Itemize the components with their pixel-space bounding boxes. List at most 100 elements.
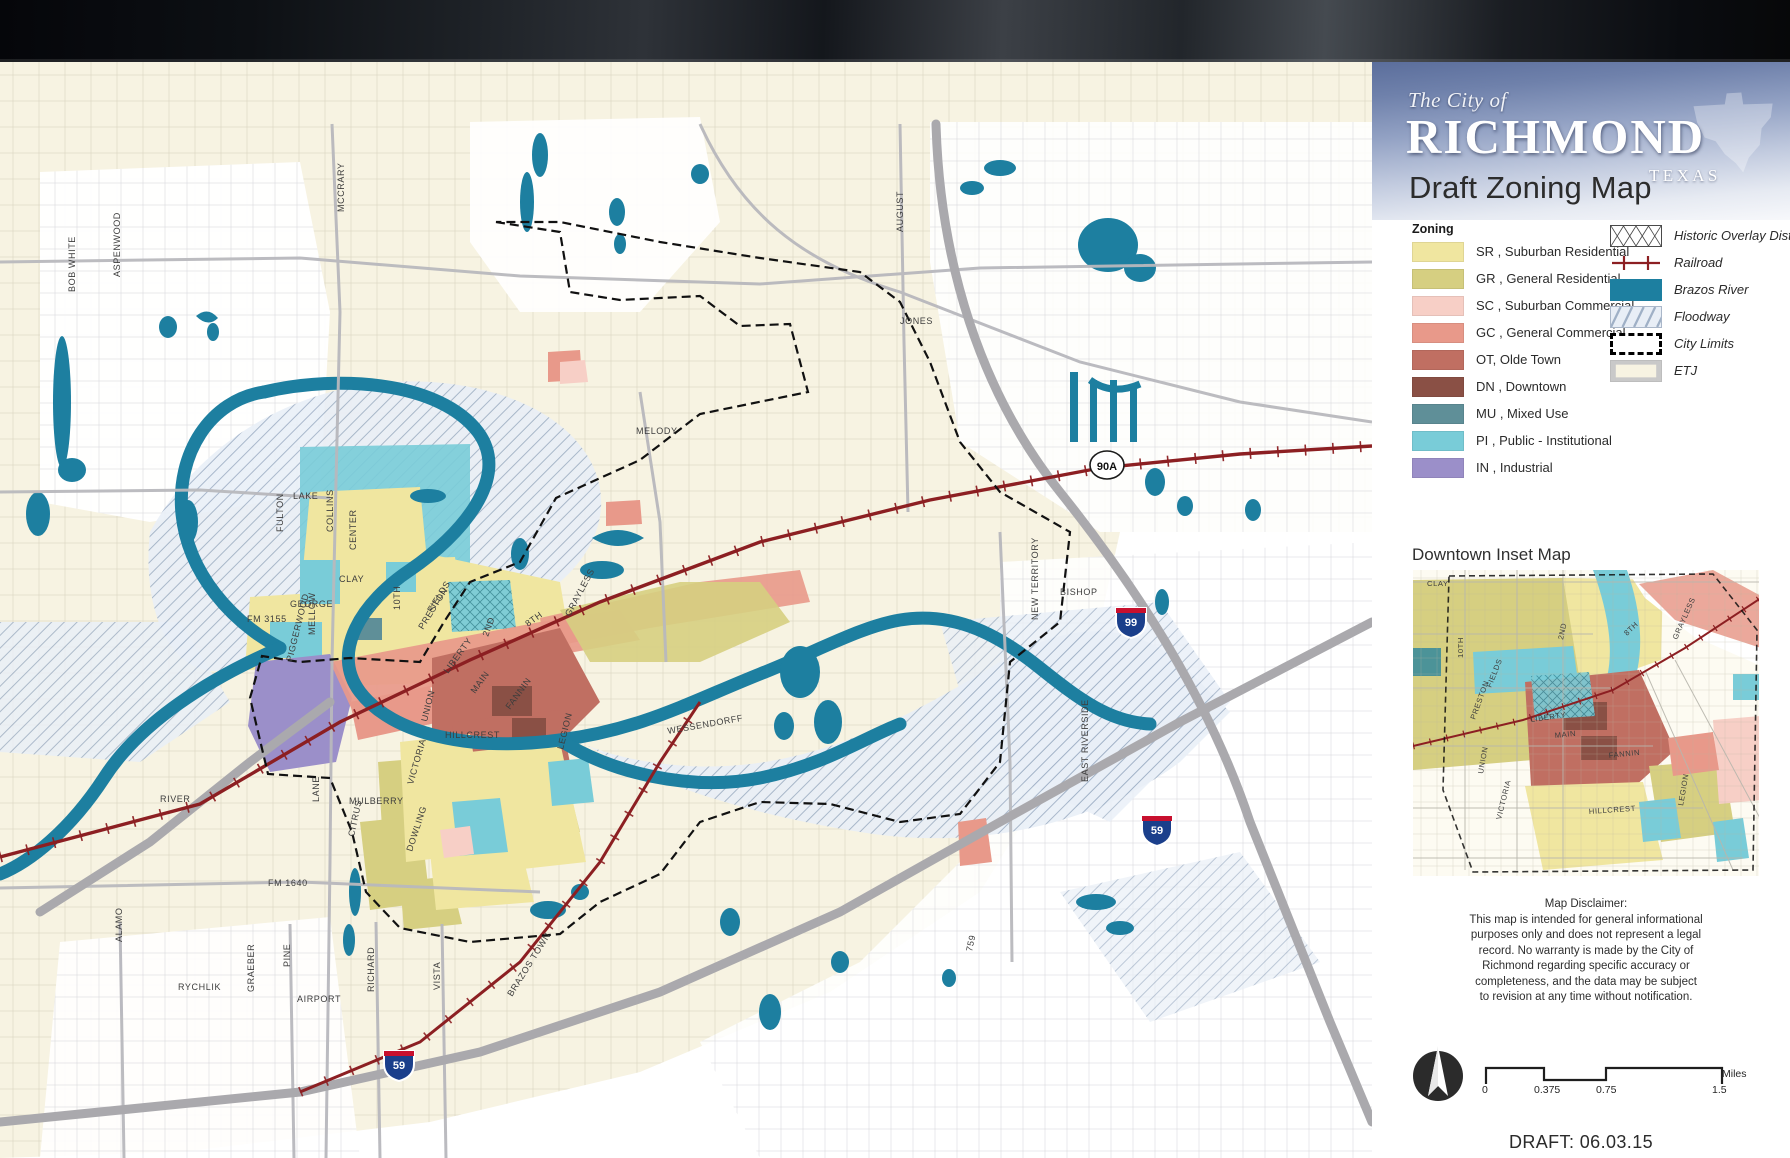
highway-shield-label: 90A (1097, 461, 1117, 473)
highway-shield-59: 59 (383, 1050, 415, 1083)
map-street-label: GRAEBER (246, 944, 256, 992)
scale-tick: 0.75 (1596, 1084, 1617, 1096)
legend-row-brazos-river: Brazos River (1610, 276, 1790, 303)
north-arrow-icon (1413, 1046, 1463, 1101)
map-street-label: FM 3155 (247, 614, 287, 624)
legend-label-pi: PI , Public - Institutional (1476, 433, 1612, 448)
legend-swatch-dn (1412, 376, 1464, 397)
legend-label-historic-overlay: Historic Overlay District (1674, 228, 1790, 243)
map-street-label: AUGUST (895, 191, 905, 232)
legend-key-historic-overlay-icon (1610, 224, 1662, 247)
legend-label-mu: MU , Mixed Use (1476, 406, 1569, 421)
legend-label-railroad: Railroad (1674, 255, 1723, 270)
legend-row-city-limits: City Limits (1610, 330, 1790, 357)
legend-swatch-sc (1412, 295, 1464, 316)
disclaimer-line: purposes only and does not represent a l… (1470, 929, 1702, 941)
legend-label-etj: ETJ (1674, 363, 1698, 378)
downtown-inset-map[interactable]: CLAY 10TH FIELDS PRESTON 2ND 8TH GRAYLESS LIBER… (1412, 569, 1760, 877)
map-street-label: NEW TERRITORY (1030, 537, 1040, 620)
map-street-label: BOB WHITE (67, 236, 77, 292)
legend-row-historic-overlay: Historic Overlay District (1610, 222, 1790, 249)
legend-row-gr: GR , General Residential (1412, 265, 1634, 292)
legend-swatch-gr (1412, 268, 1464, 289)
map-street-label: RICHARD (366, 947, 376, 992)
map-street-label: PINE (282, 944, 292, 967)
highway-shield-label: 99 (1125, 617, 1137, 629)
map-street-label: JONES (900, 316, 933, 326)
highway-shield-label: 59 (1151, 825, 1163, 837)
map-street-label: MCCRARY (336, 162, 346, 212)
legend-label-in: IN , Industrial (1476, 460, 1553, 475)
legend-row-sc: SC , Suburban Commercial (1412, 292, 1634, 319)
disclaimer-title: Map Disclaimer: (1544, 898, 1628, 910)
map-street-label: RYCHLIK (178, 982, 221, 992)
legend-swatch-sr (1412, 241, 1464, 262)
legend-row-sr: SR , Suburban Residential (1412, 238, 1634, 265)
legend-row-dn: DN , Downtown (1412, 373, 1634, 400)
disclaimer-line: This map is intended for general informa… (1469, 913, 1703, 926)
legend-label-city-limits: City Limits (1674, 336, 1734, 351)
main-map[interactable]: BOB WHITE ASPENWOOD MCCRARY AUGUST JONES MELO… (0, 62, 1372, 1158)
highway-shield-99: 99 (1115, 607, 1147, 640)
scale-units-label: Miles (1722, 1068, 1747, 1080)
map-street-label: COLLINS (325, 489, 335, 532)
map-disclaimer: Map Disclaimer: This map is intended for… (1420, 897, 1752, 1006)
highway-shield-label: 59 (393, 1060, 405, 1072)
map-street-label: AIRPORT (297, 994, 341, 1004)
map-street-label: EAST RIVERSIDE (1080, 699, 1090, 782)
legend-row-gc: GC , General Commercial (1412, 319, 1634, 346)
scale-tick-labels: 0 0.375 0.75 1.5 (1482, 1084, 1730, 1100)
inset-street-label: 10TH (1456, 637, 1465, 658)
feature-legend-list: Historic Overlay District Railroad Brazos … (1610, 222, 1790, 384)
legend-key-floodway-icon (1610, 305, 1662, 328)
legend-label-gr: GR , General Residential (1476, 271, 1621, 286)
scale-tick: 0 (1482, 1084, 1488, 1096)
inset-map-graphic: CLAY10THFIELDSPRESTON2ND 8TH GRAYLESSLIBER… (1413, 570, 1759, 876)
map-street-label: LANE (311, 776, 321, 802)
brand-title: RICHMOND (1406, 109, 1706, 164)
map-street-label: CENTER (348, 509, 358, 550)
map-street-label: ASPENWOOD (112, 212, 122, 277)
top-banner (0, 0, 1790, 62)
legend-label-dn: DN , Downtown (1476, 379, 1567, 394)
legend-row-railroad: Railroad (1610, 249, 1790, 276)
scale-tick: 0.375 (1534, 1084, 1561, 1096)
main-map-graphic: BOB WHITE ASPENWOOD MCCRARY AUGUST JONES MELO… (0, 62, 1372, 1158)
highway-shield-59: 59 (1141, 815, 1173, 848)
map-street-label: HILLCREST (445, 730, 500, 740)
map-street-label: ALAMO (114, 907, 124, 942)
legend-row-pi: PI , Public - Institutional (1412, 427, 1634, 454)
map-street-label: 10TH (392, 586, 402, 610)
map-street-label: CLAY (339, 574, 364, 584)
map-street-label: VISTA (432, 962, 442, 990)
disclaimer-line: to revision at any time without notifica… (1479, 991, 1693, 1003)
legend-swatch-gc (1412, 322, 1464, 343)
disclaimer-line: Richmond regarding specific accuracy or (1482, 960, 1690, 972)
legend-key-city-limits-icon (1610, 332, 1662, 355)
brand-state: TEXAS (1649, 166, 1721, 185)
legend-label-brazos-river: Brazos River (1674, 282, 1749, 297)
legend-key-brazos-river-icon (1610, 278, 1662, 301)
legend-swatch-mu (1412, 403, 1464, 424)
legend-row-floodway: Floodway (1610, 303, 1790, 330)
disclaimer-line: record. No warranty is made by the City … (1478, 944, 1694, 957)
page-title: Draft Zoning Map (1409, 170, 1652, 205)
map-street-label: FULTON (275, 493, 285, 532)
disclaimer-body: This map is intended for general informa… (1469, 914, 1702, 1004)
legend-key-etj-icon (1610, 359, 1662, 382)
legend-label-gc: GC , General Commercial (1476, 325, 1626, 340)
scale-bar: 0 0.375 0.75 1.5 Miles (1482, 1062, 1747, 1102)
map-street-label: RIVER (160, 794, 191, 804)
legend-heading: Zoning (1412, 222, 1454, 236)
zoning-legend-list: SR , Suburban Residential GR , General Re… (1412, 238, 1634, 481)
highway-shield-90A: 90A (1089, 450, 1125, 480)
map-street-label: FM 1640 (268, 878, 308, 888)
map-street-label: BISHOP (1060, 587, 1098, 597)
legend-label-ot: OT, Olde Town (1476, 352, 1562, 367)
draft-date: DRAFT: 06.03.15 (1508, 1132, 1654, 1152)
legend-label-sr: SR , Suburban Residential (1476, 244, 1630, 259)
legend-panel: The City of RICHMOND TEXAS Draft Zoning … (1372, 62, 1790, 1158)
legend-row-etj: ETJ (1610, 357, 1790, 384)
zoning-map-page: BOB WHITE ASPENWOOD MCCRARY AUGUST JONES MELO… (0, 0, 1790, 1158)
legend-swatch-in (1412, 457, 1464, 478)
